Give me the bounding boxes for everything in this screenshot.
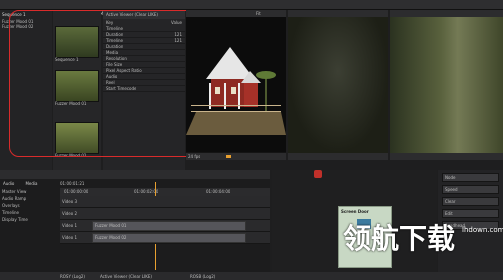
timeline-label: Display Time (2, 217, 28, 222)
properties-panel: Node Speed Clear Edit Readhead (438, 170, 503, 272)
timeline-label: Audio Ramp (2, 196, 27, 201)
timeline-toolbar: Audio Media (0, 170, 270, 186)
metadata-row[interactable]: Start Timecode (103, 86, 185, 92)
node-graph: Screen Door (272, 170, 437, 272)
timeline-clip[interactable]: Fuzzer Mood 01 (92, 221, 246, 231)
ruler-label: 01:00:00:00 (64, 189, 89, 194)
thumbnail-sequence[interactable] (55, 26, 99, 58)
track-name: Video 1 (62, 223, 78, 228)
top-bar: Project Metadata Viewer0 Sequence 1 (0, 0, 503, 18)
metadata-key: Resolution (106, 56, 127, 61)
viewer-controls: 24 fps (186, 153, 286, 160)
timeline-panel: Audio Media 01:00:01:21 Master View Audio… (0, 170, 270, 272)
timeline-label: Overlays (2, 203, 20, 208)
metadata-key: File Size (106, 62, 123, 67)
metadata-cols: Key Value (103, 19, 185, 26)
thumbnail-fuzzer-01[interactable] (55, 70, 99, 102)
metadata-panel: Active Viewer (Clear LIKE) Key Value Tim… (103, 10, 185, 170)
viewer-fps[interactable]: 24 fps (188, 154, 200, 159)
second-viewer-toolbar (288, 10, 388, 17)
sequence-controls (390, 153, 503, 160)
status-item: ROSB (Log2) (190, 274, 216, 279)
metadata-key: Start Timecode (106, 86, 137, 91)
timeline-clip[interactable]: Fuzzer Mood 02 (92, 233, 246, 243)
viewer-zoom[interactable]: Fit (256, 11, 261, 16)
thumbnail-label: Fuzzer Mood 01 (55, 101, 87, 106)
timeline-track[interactable]: Video 1 Fuzzer Mood 01 (60, 220, 270, 232)
metadata-key: Duration (106, 44, 124, 49)
second-viewer-image (288, 17, 388, 153)
timeline-label: Timeline (2, 210, 20, 215)
ruler-label: 01:00:04:00 (206, 189, 231, 194)
project-list: Sequence 1 Fuzzer Mood 01 Fuzzer Mood 02 (0, 10, 52, 170)
metadata-value: 121 (174, 38, 182, 43)
property-button[interactable]: Clear (442, 197, 499, 206)
status-item: Active Viewer (Clear LIKE) (100, 274, 152, 279)
metadata-key: Timeline (106, 38, 124, 43)
second-viewer (288, 10, 388, 160)
timeline-track[interactable]: Video 1 Fuzzer Mood 02 (60, 232, 270, 244)
property-button[interactable]: Node (442, 173, 499, 182)
tab-media[interactable]: Media (22, 180, 40, 188)
col-value: Value (171, 20, 182, 25)
metadata-value: 121 (174, 32, 182, 37)
property-button[interactable]: Speed (442, 185, 499, 194)
second-viewer-controls (288, 153, 388, 160)
thumbnail-column: Sequence 1 Fuzzer Mood 01 Fuzzer Mood 02 (53, 10, 101, 170)
metadata-key: Pixel Aspect Ratio (106, 68, 142, 73)
timeline-labels: Master View Audio Ramp Overlays Timeline Dis… (0, 188, 60, 223)
thumbnail-label: Sequence 1 (55, 57, 79, 62)
watermark-text: 领航下载 (343, 222, 456, 255)
timeline-timecode: 01:00:01:21 (60, 181, 85, 186)
watermark-url: lhdown.com (462, 226, 503, 234)
metadata-rows: Timeline Duration 121 Timeline 121 Duration Me… (103, 26, 185, 92)
track-name: Video 1 (62, 235, 78, 240)
sequence-toolbar (390, 10, 503, 17)
col-key: Key (106, 20, 114, 25)
viewer-image (186, 17, 286, 152)
track-name: Video 2 (62, 211, 78, 216)
status-bar: ROSY (Log2) Active Viewer (Clear LIKE) R… (0, 272, 503, 280)
metadata-key: Audio (106, 74, 118, 79)
timeline-track[interactable]: Video 2 (60, 208, 270, 220)
metadata-key: Reel (106, 80, 115, 85)
metadata-header: Active Viewer (Clear LIKE) (103, 10, 185, 19)
metadata-key: Duration (106, 32, 124, 37)
project-item[interactable]: Fuzzer Mood 02 (0, 24, 52, 29)
track-name: Video 3 (62, 199, 78, 204)
viewer-panel: Fit 24 fps (186, 10, 286, 160)
status-item: ROSY (Log2) (60, 274, 85, 279)
node-output-icon[interactable] (314, 170, 322, 178)
sequence-viewer (390, 10, 503, 160)
metadata-key: Media (106, 50, 119, 55)
timeline-label: Master View (2, 189, 27, 194)
thumbnail-fuzzer-02[interactable] (55, 122, 99, 154)
metadata-key: Timeline (106, 26, 124, 31)
timeline-ruler[interactable]: 01:00:00:00 01:00:02:00 01:00:04:00 (60, 188, 270, 196)
project-item[interactable]: Sequence 1 (0, 10, 52, 19)
play-icon[interactable] (226, 155, 231, 158)
thumbnail-label: Fuzzer Mood 02 (55, 153, 87, 158)
property-button[interactable]: Edit (442, 209, 499, 218)
sequence-image (390, 17, 503, 153)
tab-audio[interactable]: Audio (0, 180, 17, 188)
timeline-tracks: Video 3 Video 2 Video 1 Fuzzer Mood 01 Video… (60, 196, 270, 244)
node-title: Screen Door (341, 209, 369, 214)
viewer-toolbar: Fit (186, 10, 286, 17)
timeline-track[interactable]: Video 3 (60, 196, 270, 208)
